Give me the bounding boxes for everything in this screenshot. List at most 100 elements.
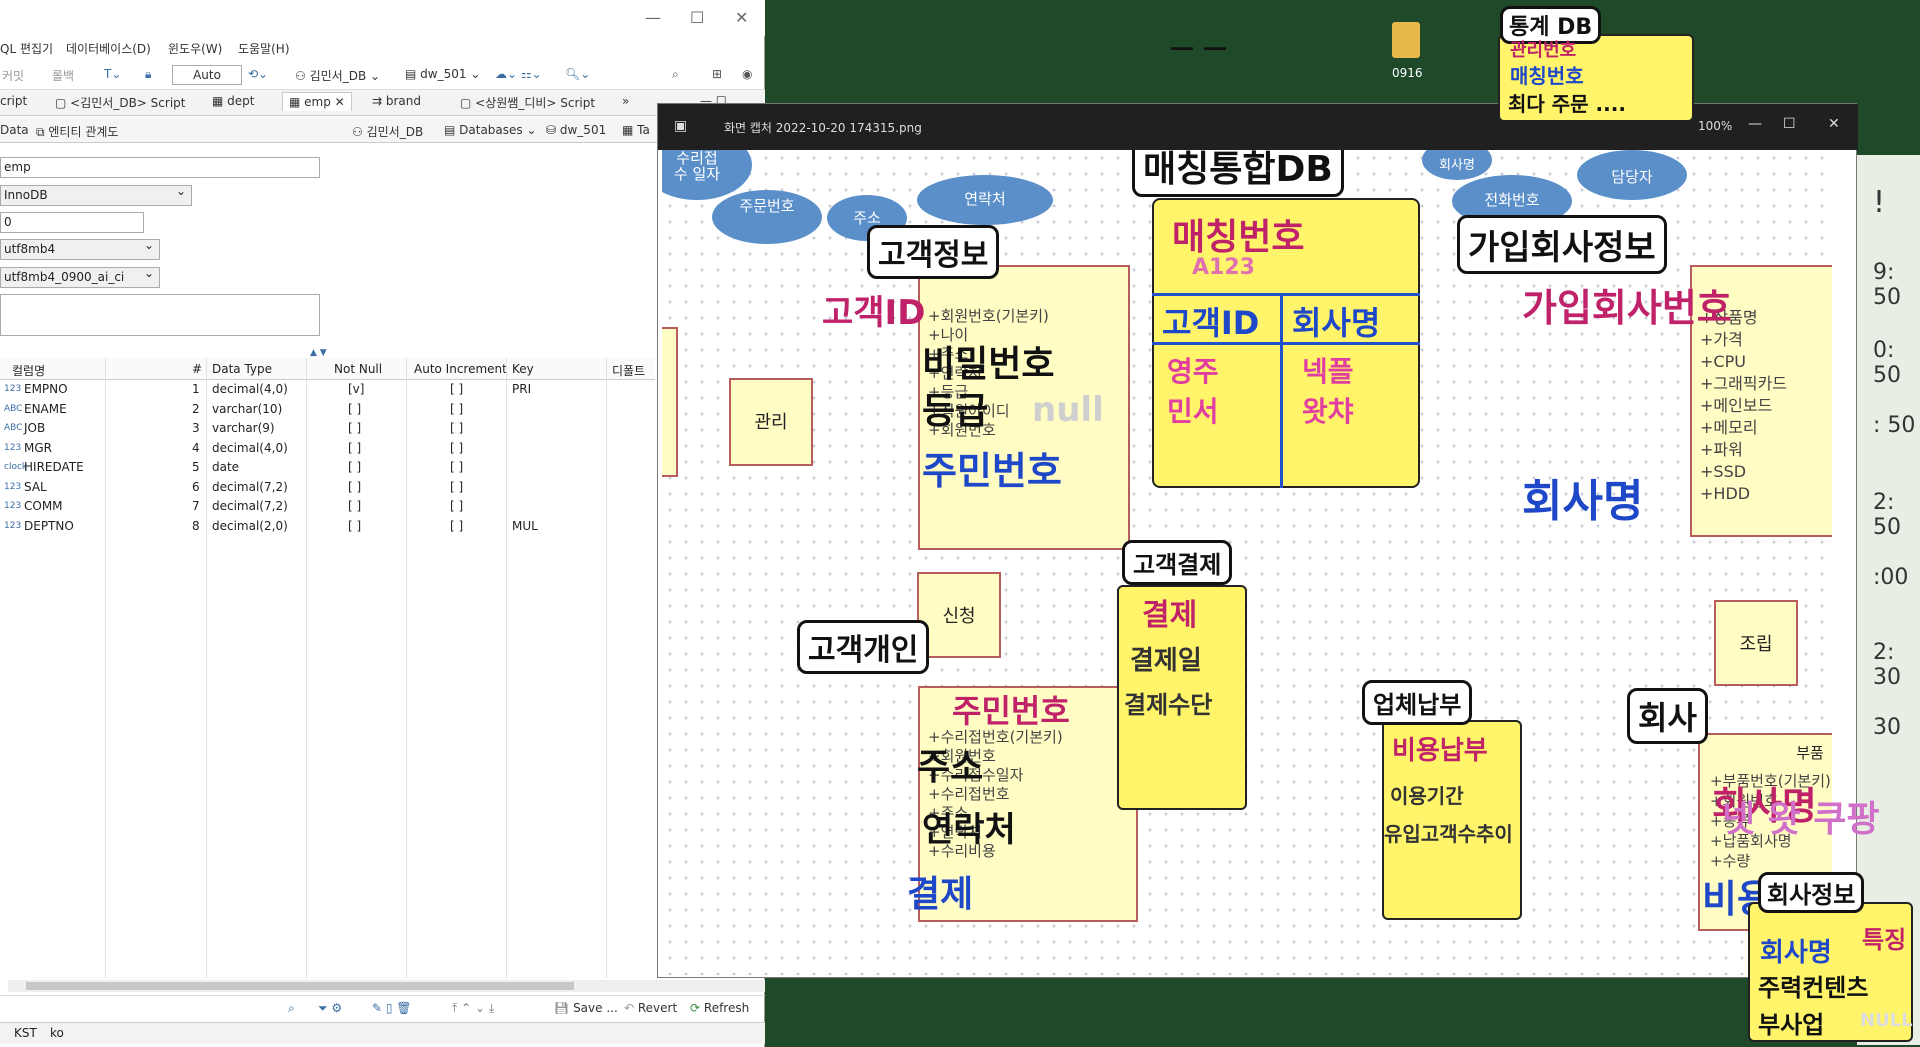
matching-sample-text: A123 (1192, 255, 1255, 280)
side-item: 2: 50 (1873, 490, 1901, 540)
col-header-default[interactable]: 디폴트 (612, 362, 645, 379)
erd-attribute: +CPU (1700, 352, 1746, 371)
menu-window[interactable]: 윈도우(W) (168, 40, 222, 57)
search-dropdown-icon[interactable]: 🔍︎⌄ (565, 67, 590, 81)
column-notnull: [ ] (348, 460, 362, 474)
side-item: 9: 50 (1873, 260, 1901, 310)
tab-sangwon-script[interactable]: ▢ <상원쌤_디비> Script (460, 94, 595, 111)
collapse-icon[interactable]: ▲ ▼ (310, 348, 327, 358)
database-selector[interactable]: ▤ dw_501 ⌄ (405, 67, 480, 81)
column-row[interactable]: 123 MGR 4 decimal(4,0) [ ] [ ] (0, 439, 655, 458)
rollback-button[interactable]: 롤백 (52, 67, 74, 84)
col-header-num[interactable]: # (192, 362, 202, 376)
subtab-data[interactable]: Data (0, 123, 29, 137)
ellipse-contact: 연락처 (917, 175, 1053, 225)
menu-database[interactable]: 데이터베이스(D) (66, 40, 151, 57)
folder-icon[interactable] (1392, 22, 1420, 58)
connection-selector[interactable]: ⚇ 김민서_DB ⌄ (295, 67, 380, 84)
filter-icon[interactable]: ⏷ ⚙ (318, 1001, 342, 1016)
col-header-key[interactable]: Key (512, 362, 534, 376)
side-item: :00 (1873, 565, 1909, 590)
company-key-text: 가입회사번호 (1522, 286, 1732, 330)
perspective-icon[interactable]: ⊞ (712, 67, 722, 81)
column-row[interactable]: 123 EMPNO 1 decimal(4,0) [v] [ ] PRI (0, 380, 655, 399)
column-row[interactable]: ABC ENAME 2 varchar(10) [ ] [ ] (0, 400, 655, 419)
dbeaver-perspective-icon[interactable]: ◉ (742, 67, 752, 81)
folder-label[interactable]: 0916 (1392, 66, 1423, 80)
corp-line-3: 부사업 (1758, 1011, 1825, 1039)
column-key: MUL (512, 518, 538, 533)
lock-icon[interactable]: 🔒︎ (145, 67, 151, 82)
breadcrumb-connection[interactable]: ⚇ 김민서_DB (352, 123, 423, 140)
tab-script[interactable]: cript (0, 94, 27, 108)
minimize-icon[interactable]: — (645, 8, 661, 27)
column-row[interactable]: ABC JOB 3 varchar(9) [ ] [ ] (0, 419, 655, 438)
ellipse-order-number: 주문번호 (712, 190, 822, 244)
col-header-autoinc[interactable]: Auto Increment (414, 362, 507, 376)
breadcrumb-databases[interactable]: ▤ Databases ⌄ (444, 123, 537, 137)
save-label: Save ... (573, 1001, 618, 1015)
maximize-icon[interactable]: ☐ (1783, 116, 1796, 132)
tab-emp[interactable]: ▦ emp ✕ (282, 92, 352, 111)
tab-dept[interactable]: ▦ dept (212, 94, 254, 108)
breadcrumb-dw501[interactable]: ⛁ dw_501 (546, 123, 606, 137)
maximize-icon[interactable]: ☐ (690, 8, 704, 27)
auto-increment-field[interactable]: 0 (0, 212, 144, 233)
charset-select[interactable]: utf8mb4 (0, 238, 160, 260)
minimize-icon[interactable]: — (1748, 116, 1762, 132)
column-type-icon: 123 (4, 481, 22, 492)
subtab-er-diagram[interactable]: ⧉ 엔티티 관계도 (36, 123, 118, 140)
revert-label: Revert (637, 1001, 678, 1015)
erd-attribute: +회원번호(기본키) (928, 307, 1049, 325)
menu-help[interactable]: 도움말(H) (238, 40, 290, 57)
close-icon[interactable]: ✕ (735, 8, 748, 27)
column-row[interactable]: 123 COMM 7 decimal(7,2) [ ] [ ] (0, 497, 655, 516)
network-icon[interactable]: ☁⌄ ⚏⌄ (495, 67, 542, 81)
scrollbar-thumb[interactable] (26, 982, 574, 990)
commit-button[interactable]: 커밋 (2, 67, 24, 84)
menu-sql-editor[interactable]: QL 편집기 (0, 40, 53, 57)
customer-resident-text: 주민번호 (922, 449, 1062, 493)
column-autoinc: [ ] (450, 518, 464, 533)
matching-col-divider (1280, 293, 1283, 488)
stats-line-3: 최다 주문 .... (1508, 92, 1626, 116)
collation-select[interactable]: utf8mb4_0900_ai_ci (0, 266, 160, 288)
company2-title: 회사 (1627, 688, 1708, 744)
editor-bottom-toolbar: ⌕ ⏷ ⚙ ✎ ▯ 🗑︎ ⤒ ⌃ ⌄ ⤓ 💾︎ Save ... ↶ Rever… (0, 995, 765, 1019)
company-attribute-list: +상품명 +가격 +CPU +그래픽카드 +메인보드 +메모리 +파워 +SSD +HDD (1700, 307, 1832, 505)
close-icon[interactable]: ✕ (1828, 116, 1840, 132)
tab-brand-label: brand (385, 94, 422, 108)
transaction-icon[interactable]: T⌄ (104, 67, 121, 81)
horizontal-scrollbar[interactable] (8, 980, 765, 992)
col-header-name[interactable]: 컬럼명 (12, 362, 45, 379)
column-row[interactable]: 123 DEPTNO 8 decimal(2,0) [ ] [ ] MUL (0, 517, 655, 536)
table-name-field[interactable]: emp (0, 157, 320, 178)
erd-attribute: +메인보드 (1700, 396, 1773, 415)
column-row[interactable]: clock HIREDATE 5 date[ ][ ] (0, 458, 655, 477)
col-header-notnull[interactable]: Not Null (334, 362, 382, 376)
connection-label: 김민서_DB (309, 69, 367, 83)
matching-row1-id: 영주 (1167, 355, 1219, 388)
company-name-text: 회사명 (1522, 476, 1644, 527)
move-icons[interactable]: ⤒ ⌃ ⌄ ⤓ (452, 1001, 494, 1016)
column-notnull: [ ] (348, 499, 362, 513)
column-row[interactable]: 123 SAL 6 decimal(7,2) [ ] [ ] (0, 478, 655, 497)
engine-select[interactable]: InnoDB (0, 184, 192, 206)
customer-title: 고객정보 (867, 225, 1000, 279)
tab-brand[interactable]: ⇉ brand (372, 94, 421, 108)
image-viewer-window: ▣ 화면 캡처 2022-10-20 174315.png 100% — ☐ ✕… (657, 103, 1858, 978)
edit-icon[interactable]: ✎ ▯ 🗑︎ (372, 1001, 412, 1015)
tab-kimminseo-script[interactable]: ▢ <김민서_DB> Script (55, 94, 185, 111)
col-header-type[interactable]: Data Type (212, 362, 272, 376)
auto-commit-field[interactable]: Auto (172, 65, 242, 85)
search-icon[interactable]: ⌕ (288, 1001, 295, 1016)
breadcrumb-tables[interactable]: ▦ Ta (622, 123, 650, 137)
comment-textarea[interactable] (0, 294, 320, 336)
tab-overflow[interactable]: » (622, 94, 629, 108)
refresh-button[interactable]: ⟳ Refresh (690, 1001, 749, 1015)
revert-button[interactable]: ↶ Revert (624, 1001, 677, 1015)
save-button[interactable]: 💾︎ Save ... (554, 1001, 618, 1015)
tab-emp-label: emp (304, 95, 331, 109)
search-icon[interactable]: ⌕ (672, 67, 679, 82)
history-icon[interactable]: ⟲⌄ (248, 67, 268, 81)
